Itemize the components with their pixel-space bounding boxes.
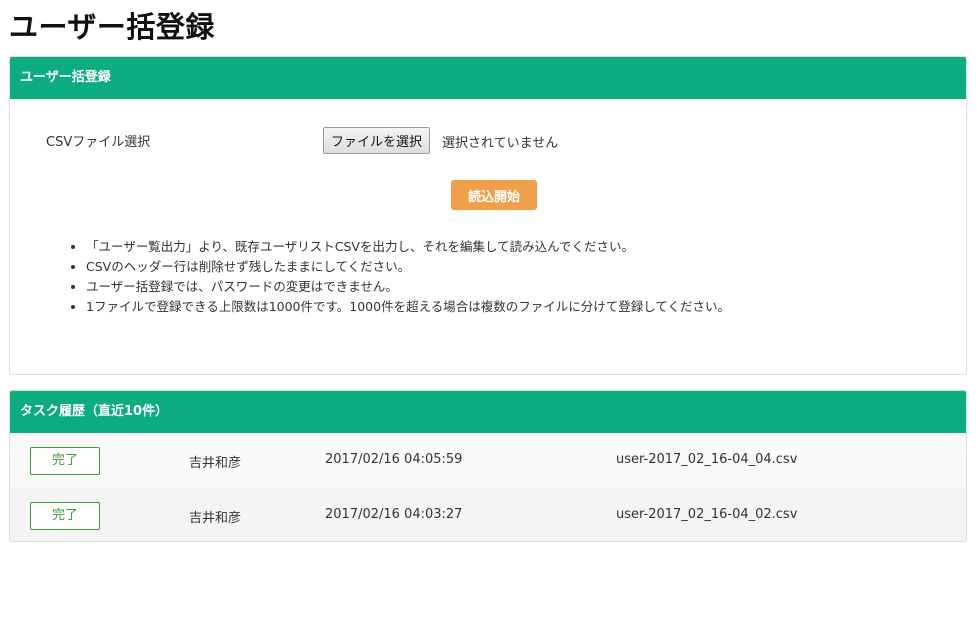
csv-file-label: CSVファイル選択 [46, 135, 151, 150]
page-title: ユーザー括登録 [9, 10, 215, 44]
task-history-panel: タスク履歴（直近10件） 完了 吉井和彦 2017/02/16 04:05:59… [9, 390, 967, 542]
choose-file-button[interactable]: ファイルを選択 [323, 127, 431, 154]
task-user: 吉井和彦 [189, 456, 242, 471]
instruction-item: 1ファイルで登録できる上限数は1000件です。1000件を超える場合は複数のファ… [86, 297, 730, 317]
instruction-item: ユーザー括登録では、パスワードの変更はできません。 [86, 277, 730, 297]
task-history-header: タスク履歴（直近10件） [10, 391, 966, 433]
instruction-item: CSVのヘッダー行は削除せず残したままにしてください。 [86, 257, 730, 277]
task-filename: user-2017_02_16-04_02.csv [616, 507, 798, 522]
upload-panel: ユーザー括登録 CSVファイル選択 ファイルを選択 選択されていません 読込開始… [9, 56, 967, 375]
start-import-button[interactable]: 読込開始 [451, 180, 537, 210]
instructions-list: 「ユーザー覧出力」より、既存ユーザリストCSVを出力し、それを編集して読み込んで… [48, 237, 730, 317]
instruction-item: 「ユーザー覧出力」より、既存ユーザリストCSVを出力し、それを編集して読み込んで… [86, 237, 730, 257]
upload-panel-header: ユーザー括登録 [10, 57, 966, 99]
task-timestamp: 2017/02/16 04:05:59 [325, 452, 463, 467]
status-badge: 完了 [30, 502, 100, 530]
task-row: 完了 吉井和彦 2017/02/16 04:05:59 user-2017_02… [10, 433, 966, 488]
task-user: 吉井和彦 [189, 511, 242, 526]
file-status-text: 選択されていません [442, 136, 559, 151]
task-row: 完了 吉井和彦 2017/02/16 04:03:27 user-2017_02… [10, 488, 966, 541]
task-timestamp: 2017/02/16 04:03:27 [325, 507, 463, 522]
status-badge: 完了 [30, 447, 100, 475]
task-filename: user-2017_02_16-04_04.csv [616, 452, 798, 467]
